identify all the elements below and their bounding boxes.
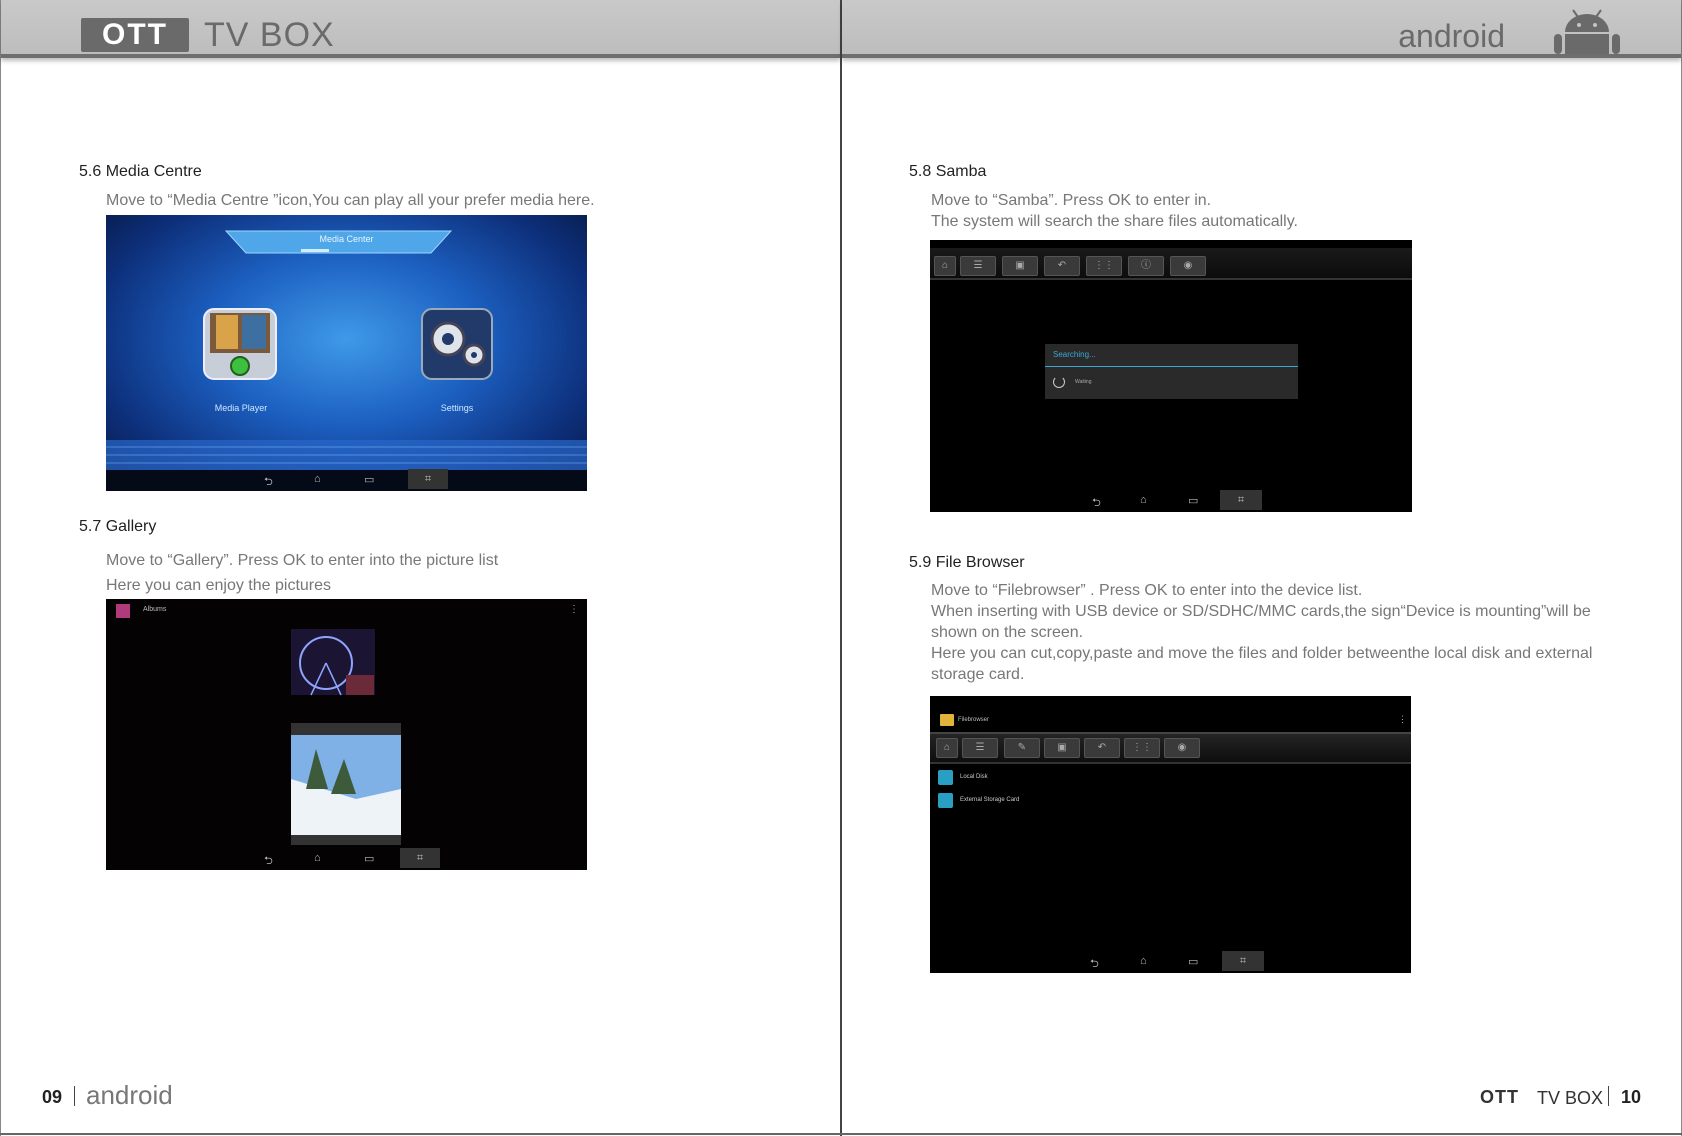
- media-centre-screenshot: Media Center Media Player Settings ⮌ ⌂ ▭…: [106, 215, 587, 491]
- list-icon: ☰: [960, 256, 996, 276]
- file-browser-line-1: Move to “Filebrowser” . Press OK to ente…: [931, 582, 1363, 599]
- samba-screenshot: ⌂ ☰ ▣ ↶ ⋮⋮ ⓘ ◉ Searching... Waiting ⮌ ⌂ …: [930, 240, 1412, 512]
- grid-icon: ⋮⋮: [1124, 738, 1160, 758]
- left-header-bar: OTT TV BOX: [1, 0, 840, 58]
- home-icon: ⌂: [314, 852, 321, 864]
- section-title-gallery: 5.7 Gallery: [79, 518, 157, 535]
- gallery-thumbnails: [106, 629, 587, 870]
- folder-icon: [940, 714, 954, 726]
- back-icon: ↶: [1084, 738, 1120, 758]
- right-footer-tv-box: TV BOX: [1537, 1088, 1604, 1108]
- waiting-label: Waiting: [1075, 379, 1092, 385]
- back-icon: ⮌: [1092, 497, 1101, 509]
- right-header-bar: android: [842, 0, 1681, 58]
- android-header-word: android: [1398, 18, 1505, 54]
- gallery-line-1: Move to “Gallery”. Press OK to enter int…: [106, 552, 499, 569]
- bottom-border: [0, 1133, 1682, 1135]
- home-icon: ⌂: [934, 256, 956, 276]
- ott-logo-badge: OTT: [81, 18, 189, 52]
- home-icon: ⌂: [1140, 494, 1147, 506]
- samba-line-1: Move to “Samba”. Press OK to enter in.: [931, 192, 1212, 209]
- back-icon: ⮌: [264, 476, 273, 488]
- disk-icon: [938, 770, 953, 785]
- left-page: OTT TV BOX 5.6 Media Centre Move to “Med…: [0, 0, 840, 1136]
- file-browser-line-3: shown on the screen.: [931, 624, 1084, 641]
- samba-search-dialog: Searching... Waiting: [1045, 344, 1298, 399]
- right-footer-separator: [1608, 1086, 1609, 1106]
- gallery-navbar: ⮌ ⌂ ▭ ⌗: [106, 848, 587, 870]
- gallery-screenshot: Albums ⋮ ⮌ ⌂ ▭ ⌗: [106, 599, 587, 870]
- recents-icon: ▭: [364, 474, 375, 486]
- recents-icon: ▭: [364, 853, 375, 865]
- file-browser-line-5: storage card.: [931, 666, 1025, 683]
- recents-icon: ▭: [1188, 956, 1199, 968]
- spinner-icon: [1053, 376, 1065, 388]
- screenshot-icon: ⌗: [1220, 490, 1262, 510]
- home-icon: ⌂: [1140, 955, 1147, 967]
- samba-text: Move to “Samba”. Press OK to enter in. T…: [931, 190, 1298, 232]
- media-center-banner: Media Center: [319, 234, 374, 244]
- info-icon: ⓘ: [1128, 256, 1164, 276]
- back-icon: ⮌: [264, 855, 273, 867]
- back-icon: ↶: [1044, 256, 1080, 276]
- storage-card-icon: [938, 793, 953, 808]
- media-player-label: Media Player: [214, 403, 268, 413]
- section-title-media-centre: 5.6 Media Centre: [79, 163, 202, 180]
- gallery-text: Move to “Gallery”. Press OK to enter int…: [106, 548, 498, 598]
- settings-icon: ◉: [1164, 738, 1200, 758]
- file-browser-text: Move to “Filebrowser” . Press OK to ente…: [931, 580, 1592, 685]
- screenshot-icon: ⌗: [1222, 951, 1264, 971]
- left-footer-separator: [74, 1086, 75, 1106]
- screenshot-icon: ⌗: [408, 469, 448, 489]
- settings-icon: ◉: [1170, 256, 1206, 276]
- right-page: android 5.8 Samba Move to “Samba”. Press…: [842, 0, 1682, 1136]
- edit-icon: ✎: [1004, 738, 1040, 758]
- android-robot-icon: [1554, 9, 1620, 54]
- right-page-number: 10: [1621, 1087, 1642, 1107]
- view-icon: ▣: [1002, 256, 1038, 276]
- local-disk-label: Local Disk: [960, 774, 988, 780]
- file-browser-line-2: When inserting with USB device or SD/SDH…: [931, 603, 1591, 620]
- list-icon: ☰: [962, 738, 998, 758]
- samba-toolbar: ⌂ ☰ ▣ ↶ ⋮⋮ ⓘ ◉: [930, 248, 1412, 280]
- screenshot-icon: ⌗: [400, 848, 440, 868]
- gallery-line-2: Here you can enjoy the pictures: [106, 577, 332, 594]
- media-centre-text: Move to “Media Centre ”icon,You can play…: [106, 190, 595, 211]
- back-icon: ⮌: [1090, 958, 1099, 970]
- filebrowser-toolbar: ⌂ ☰ ✎ ▣ ↶ ⋮⋮ ◉: [930, 732, 1411, 764]
- file-browser-line-4: Here you can cut,copy,paste and move the…: [931, 645, 1593, 662]
- dialog-divider: [1045, 366, 1298, 367]
- section-title-file-browser: 5.9 File Browser: [909, 554, 1025, 571]
- searching-title: Searching...: [1053, 350, 1096, 359]
- recents-icon: ▭: [1188, 495, 1199, 507]
- left-footer-android: android: [86, 1080, 173, 1110]
- home-icon: ⌂: [936, 738, 958, 758]
- section-title-samba: 5.8 Samba: [909, 163, 987, 180]
- file-browser-navbar: ⮌ ⌂ ▭ ⌗: [930, 951, 1411, 973]
- filebrowser-menu-icon: ⋮: [1398, 714, 1407, 724]
- file-browser-screenshot: Filebrowser ⋮ ⌂ ☰ ✎ ▣ ↶ ⋮⋮ ◉ Local Disk …: [930, 696, 1411, 973]
- filebrowser-app-title: Filebrowser: [958, 717, 990, 723]
- right-footer-ott-badge: OTT: [1480, 1087, 1519, 1107]
- tv-box-logo-text: TV BOX: [204, 16, 335, 54]
- samba-line-2: The system will search the share files a…: [931, 213, 1298, 230]
- media-centre-navbar: ⮌ ⌂ ▭ ⌗: [106, 469, 587, 491]
- left-page-number: 09: [42, 1087, 63, 1107]
- view-icon: ▣: [1044, 738, 1080, 758]
- media-centre-artwork: [106, 230, 587, 491]
- external-storage-label: External Storage Card: [960, 797, 1020, 803]
- media-centre-line-1: Move to “Media Centre ”icon,You can play…: [106, 192, 595, 209]
- grid-icon: ⋮⋮: [1086, 256, 1122, 276]
- settings-label: Settings: [440, 403, 474, 413]
- home-icon: ⌂: [314, 473, 321, 485]
- samba-navbar: ⮌ ⌂ ▭ ⌗: [930, 490, 1412, 512]
